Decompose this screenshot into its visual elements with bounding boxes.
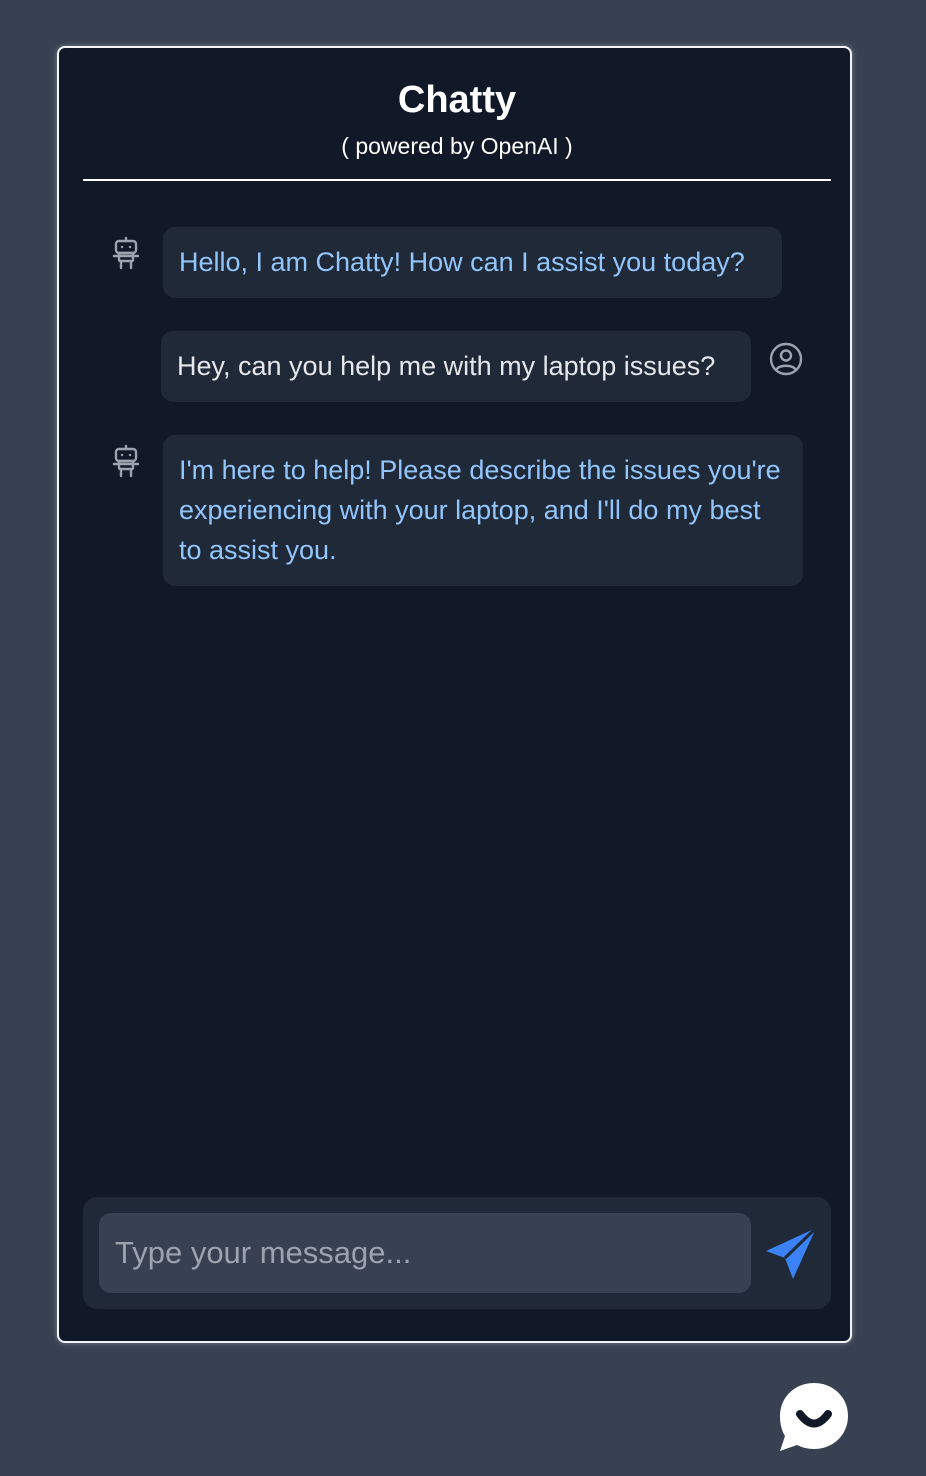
chat-subtitle: ( powered by OpenAI ) bbox=[341, 133, 573, 159]
bot-message-bubble: I'm here to help! Please describe the is… bbox=[163, 435, 803, 586]
user-icon bbox=[769, 342, 803, 376]
message-input[interactable] bbox=[99, 1213, 751, 1293]
message-composer bbox=[83, 1197, 831, 1309]
chat-launcher-button[interactable] bbox=[778, 1381, 850, 1453]
chat-window: Chatty ( powered by OpenAI ) Hello, I am… bbox=[57, 46, 852, 1343]
robot-icon bbox=[109, 236, 143, 270]
chat-bubble-icon bbox=[780, 1383, 848, 1451]
chat-title: Chatty bbox=[397, 79, 517, 121]
bot-message-bubble: Hello, I am Chatty! How can I assist you… bbox=[163, 227, 782, 298]
user-message-bubble: Hey, can you help me with my laptop issu… bbox=[161, 331, 751, 402]
robot-icon bbox=[109, 444, 143, 478]
send-icon[interactable] bbox=[763, 1225, 821, 1283]
chat-header: Chatty ( powered by OpenAI ) bbox=[83, 48, 831, 181]
